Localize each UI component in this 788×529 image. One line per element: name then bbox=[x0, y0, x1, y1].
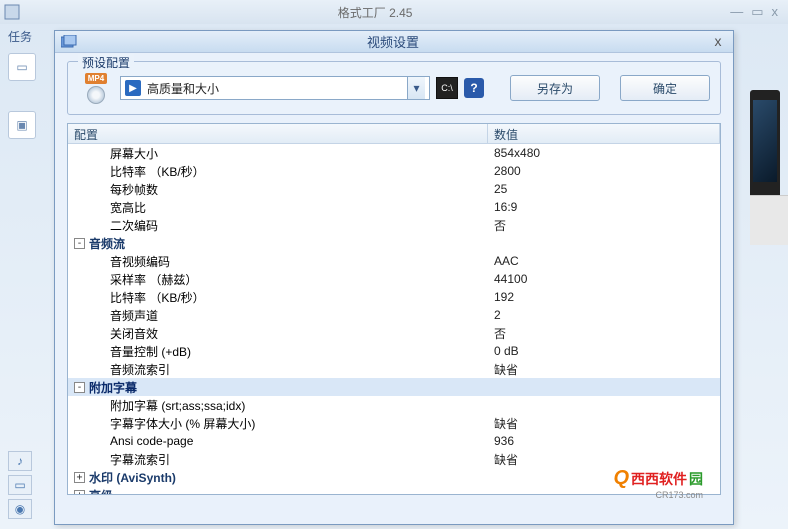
settings-group-row[interactable]: -音频流 bbox=[68, 234, 720, 252]
setting-value[interactable]: 192 bbox=[488, 290, 720, 304]
dialog-title: 视频设置 bbox=[77, 32, 709, 51]
setting-value[interactable]: 缺省 bbox=[488, 415, 720, 432]
settings-table-header: 配置 数值 bbox=[68, 124, 720, 144]
setting-label: 比特率 （KB/秒） bbox=[110, 289, 205, 306]
setting-label: 音视频编码 bbox=[110, 253, 170, 270]
setting-label: 二次编码 bbox=[110, 217, 158, 234]
left-sidebar-bottom: ♪ ▭ ◉ bbox=[8, 451, 32, 523]
settings-item-row[interactable]: 宽高比 16:9 bbox=[68, 198, 720, 216]
setting-value[interactable]: 0 dB bbox=[488, 344, 720, 358]
video-settings-dialog: 视频设置 x 预设配置 MP4 ▶ 高质量和大小 ▾ C:\ ? 另存为 确定 … bbox=[54, 30, 734, 525]
setting-value[interactable]: AAC bbox=[488, 254, 720, 268]
settings-item-row[interactable]: 音量控制 (+dB) 0 dB bbox=[68, 342, 720, 360]
setting-value[interactable]: 2800 bbox=[488, 164, 720, 178]
ok-button[interactable]: 确定 bbox=[620, 75, 710, 101]
setting-value[interactable]: 25 bbox=[488, 182, 720, 196]
settings-group-row[interactable]: -附加字幕 bbox=[68, 378, 720, 396]
setting-label: 采样率 （赫兹） bbox=[110, 271, 197, 288]
settings-item-row[interactable]: 附加字幕 (srt;ass;ssa;idx) bbox=[68, 396, 720, 414]
minimize-button[interactable]: — bbox=[730, 4, 743, 20]
save-as-button[interactable]: 另存为 bbox=[510, 75, 600, 101]
setting-label: 音频流索引 bbox=[110, 361, 170, 378]
dialog-close-button[interactable]: x bbox=[709, 34, 727, 50]
collapse-icon[interactable]: - bbox=[74, 238, 85, 249]
expand-icon[interactable]: + bbox=[74, 472, 85, 483]
setting-label: 音频声道 bbox=[110, 307, 158, 324]
settings-item-row[interactable]: 音频流索引 缺省 bbox=[68, 360, 720, 378]
setting-label: 关闭音效 bbox=[110, 325, 158, 342]
settings-item-row[interactable]: 比特率 （KB/秒） 192 bbox=[68, 288, 720, 306]
preset-fieldset: 预设配置 MP4 ▶ 高质量和大小 ▾ C:\ ? 另存为 确定 bbox=[67, 61, 721, 115]
close-button[interactable]: x bbox=[772, 4, 779, 20]
music-icon[interactable]: ♪ bbox=[8, 451, 32, 471]
settings-group-row[interactable]: + 高级 bbox=[68, 486, 720, 495]
group-label: 水印 (AviSynth) bbox=[89, 469, 176, 486]
sidebar-item-2[interactable]: ▣ bbox=[8, 111, 36, 139]
setting-value[interactable]: 缺省 bbox=[488, 451, 720, 468]
settings-item-row[interactable]: Ansi code-page 936 bbox=[68, 432, 720, 450]
settings-item-row[interactable]: 每秒帧数 25 bbox=[68, 180, 720, 198]
setting-label: 比特率 （KB/秒） bbox=[110, 163, 205, 180]
setting-value[interactable]: 否 bbox=[488, 325, 720, 342]
main-title: 格式工厂 2.45 bbox=[20, 4, 730, 21]
preset-combobox[interactable]: ▶ 高质量和大小 ▾ bbox=[120, 76, 430, 100]
column-header-config[interactable]: 配置 bbox=[68, 124, 488, 143]
group-label: 音频流 bbox=[89, 235, 125, 252]
film-icon: ▶ bbox=[125, 80, 141, 96]
app-icon bbox=[4, 4, 20, 20]
dialog-icon bbox=[61, 35, 77, 49]
settings-item-row[interactable]: 比特率 （KB/秒） 2800 bbox=[68, 162, 720, 180]
setting-value[interactable]: 缺省 bbox=[488, 361, 720, 378]
column-header-value[interactable]: 数值 bbox=[488, 124, 720, 143]
settings-item-row[interactable]: 二次编码 否 bbox=[68, 216, 720, 234]
maximize-button[interactable]: ▭ bbox=[751, 4, 763, 20]
sidebar-tab-tasks[interactable]: 任务 bbox=[8, 28, 46, 45]
disc-icon[interactable]: ◉ bbox=[8, 499, 32, 519]
setting-label: 附加字幕 (srt;ass;ssa;idx) bbox=[110, 397, 245, 414]
settings-item-row[interactable]: 采样率 （赫兹） 44100 bbox=[68, 270, 720, 288]
group-label: 高级 bbox=[89, 487, 113, 496]
setting-label: 宽高比 bbox=[110, 199, 146, 216]
settings-item-row[interactable]: 屏幕大小 854x480 bbox=[68, 144, 720, 162]
preset-selected-text: 高质量和大小 bbox=[147, 80, 407, 97]
settings-item-row[interactable]: 字幕字体大小 (% 屏幕大小) 缺省 bbox=[68, 414, 720, 432]
setting-label: Ansi code-page bbox=[110, 434, 193, 448]
settings-table: 配置 数值 屏幕大小 854x480 比特率 （KB/秒） 2800 每秒帧数 25 宽高比… bbox=[67, 123, 721, 495]
setting-value[interactable]: 854x480 bbox=[488, 146, 720, 160]
setting-label: 字幕字体大小 (% 屏幕大小) bbox=[110, 415, 255, 432]
settings-item-row[interactable]: 音视频编码 AAC bbox=[68, 252, 720, 270]
disc-icon bbox=[87, 86, 105, 104]
help-button[interactable]: ? bbox=[464, 78, 484, 98]
setting-value[interactable]: 16:9 bbox=[488, 200, 720, 214]
setting-label: 音量控制 (+dB) bbox=[110, 343, 191, 360]
settings-item-row[interactable]: 字幕流索引 缺省 bbox=[68, 450, 720, 468]
setting-label: 屏幕大小 bbox=[110, 145, 158, 162]
right-bottom-panel bbox=[750, 195, 788, 245]
setting-value[interactable]: 否 bbox=[488, 217, 720, 234]
format-badge-label: MP4 bbox=[85, 73, 107, 84]
preset-legend: 预设配置 bbox=[78, 54, 134, 71]
left-sidebar: 任务 ▭ ▣ bbox=[8, 28, 46, 518]
dialog-titlebar[interactable]: 视频设置 x bbox=[55, 31, 733, 53]
command-line-button[interactable]: C:\ bbox=[436, 77, 458, 99]
setting-label: 字幕流索引 bbox=[110, 451, 170, 468]
setting-value[interactable]: 936 bbox=[488, 434, 720, 448]
setting-value[interactable]: 44100 bbox=[488, 272, 720, 286]
image-icon[interactable]: ▭ bbox=[8, 475, 32, 495]
expand-icon[interactable]: + bbox=[74, 490, 85, 496]
settings-item-row[interactable]: 音频声道 2 bbox=[68, 306, 720, 324]
phone-preview-icon bbox=[750, 90, 780, 200]
setting-value[interactable]: 2 bbox=[488, 308, 720, 322]
format-badge: MP4 bbox=[78, 72, 114, 104]
collapse-icon[interactable]: - bbox=[74, 382, 85, 393]
main-titlebar: 格式工厂 2.45 — ▭ x bbox=[0, 0, 788, 24]
chevron-down-icon[interactable]: ▾ bbox=[407, 77, 425, 99]
settings-table-body: 屏幕大小 854x480 比特率 （KB/秒） 2800 每秒帧数 25 宽高比 16:9 二次… bbox=[68, 144, 720, 495]
sidebar-item-1[interactable]: ▭ bbox=[8, 53, 36, 81]
group-label: 附加字幕 bbox=[89, 379, 137, 396]
settings-item-row[interactable]: 关闭音效 否 bbox=[68, 324, 720, 342]
settings-group-row[interactable]: + 水印 (AviSynth) bbox=[68, 468, 720, 486]
setting-label: 每秒帧数 bbox=[110, 181, 158, 198]
